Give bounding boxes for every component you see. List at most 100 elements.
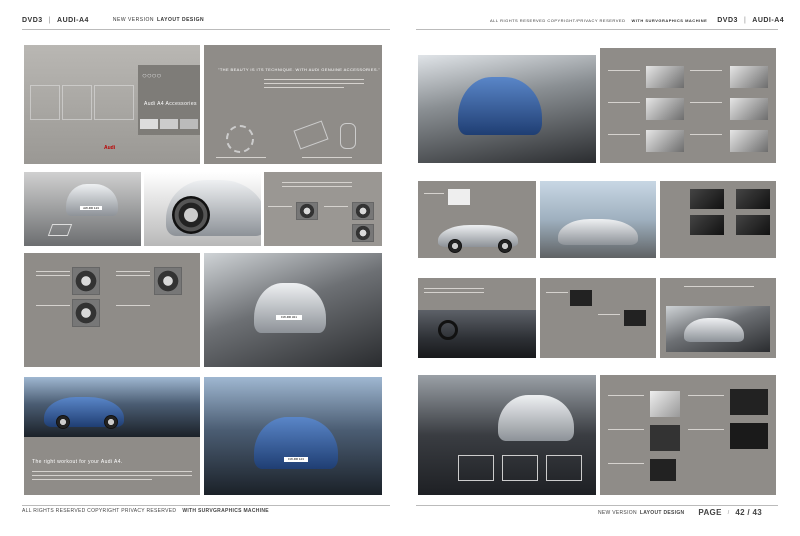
mat-thumb [570, 290, 592, 306]
accessories-title-block: ○○○○ Audi A4 Accessories [138, 65, 200, 135]
text-line [116, 271, 150, 272]
plate: AW-RR 123 [80, 206, 102, 210]
interior-acc-panel [540, 278, 656, 358]
text-line [36, 275, 70, 276]
wheel-closeup-photo [144, 172, 261, 246]
text-line [116, 275, 150, 276]
text-line [324, 206, 348, 207]
roof-rack-panel [418, 181, 536, 258]
mirror-thumb [646, 66, 684, 88]
wheel [104, 415, 118, 429]
audi-logo: Audi [104, 145, 116, 151]
text-line [268, 206, 292, 207]
accessories-title: Audi A4 Accessories [144, 101, 197, 107]
text-box [458, 455, 494, 481]
header-right-code: DVD3 [717, 16, 738, 24]
text-line [608, 134, 640, 135]
wheel-icon [172, 196, 210, 234]
text-line [684, 286, 754, 287]
sketch-box [62, 85, 92, 120]
workout-title: The right workout for your Audi A4. [32, 459, 123, 465]
separator: | [48, 16, 52, 24]
text-line [264, 79, 364, 80]
text-line [608, 102, 640, 103]
rim-thumb [72, 267, 100, 295]
sketch-box [94, 85, 134, 120]
lip-thumb [730, 98, 768, 120]
text-line [32, 471, 192, 472]
text-line [32, 479, 152, 480]
header-center-prefix: NEW VERSION [112, 17, 154, 23]
accessory-sketch [47, 224, 73, 236]
header-rights-bold: WITH SURVGRAPHICS MACHINE [631, 17, 708, 23]
text-line [282, 186, 352, 187]
text-line [302, 157, 352, 158]
care-kit-thumb [650, 391, 680, 417]
car-front-silver [684, 318, 744, 342]
wheel-thumb [296, 202, 318, 220]
footer-bold: LAYOUT DESIGN [639, 509, 685, 516]
footer-rule-right [416, 505, 778, 506]
text-line [608, 395, 644, 396]
car-rear [254, 283, 326, 333]
footer-rights: ALL RIGHTS RESERVED COPYRIGHT PRIVACY RE… [22, 508, 177, 514]
blue-sedan-rear-photo [418, 55, 596, 163]
text-line [216, 157, 266, 158]
blue-car-photo [24, 377, 200, 437]
wheel [56, 415, 70, 429]
text-line [32, 475, 192, 476]
text-line [116, 305, 150, 306]
header-left-brand: AUDI-A4 [57, 16, 89, 24]
roof-box-panel [660, 181, 776, 258]
plate: FW-RR 321 [276, 315, 302, 320]
footer-rights-bold: WITH SURVGRAPHICS MACHINE [182, 508, 269, 514]
mat-thumb [624, 310, 646, 326]
car-front-photo: AW-RR 123 [24, 172, 141, 246]
care-products-panel [600, 375, 776, 495]
avant-photo [666, 306, 770, 352]
quote-panel: "THE BEAUTY IS ITS TECHNIQUE. WITH AUDI … [204, 45, 382, 164]
plate: FW-RR 123 [284, 457, 308, 462]
roof-box-thumb [690, 189, 724, 209]
car-thumb [140, 119, 158, 129]
text-line [688, 429, 724, 430]
accessories-cover-panel: ○○○○ Audi A4 Accessories Audi [24, 45, 200, 164]
footer-right: NEW VERSION LAYOUT DESIGN PAGE / 42 / 43 [598, 508, 762, 517]
bike-thumb [448, 189, 470, 205]
text-line [608, 463, 644, 464]
text-line [282, 182, 352, 183]
header-center-bold: LAYOUT DESIGN [156, 17, 205, 23]
separator: / [727, 509, 730, 516]
sketch-box [30, 85, 60, 120]
spoiler-thumb [730, 66, 768, 88]
text-line [424, 292, 484, 293]
roof-box-thumb [736, 189, 770, 209]
wheels-panel [264, 172, 382, 246]
wheel-thumb [352, 202, 374, 220]
text-box [502, 455, 538, 481]
wheel [448, 239, 462, 253]
text-line [424, 193, 444, 194]
text-line [598, 314, 620, 315]
header-rule-right [416, 29, 778, 30]
footer-rule-left [22, 505, 390, 506]
header-left-code: DVD3 [22, 16, 43, 24]
header-right: ALL RIGHTS RESERVED COPYRIGHT/PRIVACY RE… [490, 13, 784, 27]
page-number: 42 / 43 [735, 508, 762, 517]
car-thumb [160, 119, 178, 129]
floor-mat-thumb [730, 389, 768, 415]
side-thumb [646, 130, 684, 152]
text-line [608, 429, 644, 430]
text-line [264, 83, 364, 84]
silver-car-road-photo: FW-RR 321 [204, 253, 382, 367]
car-rear-blue [458, 77, 542, 135]
text-box [546, 455, 582, 481]
separator: | [743, 16, 747, 24]
rim-thumb [154, 267, 182, 295]
header-rule-left [22, 29, 390, 30]
blue-car-front-photo: FW-RR 123 [204, 377, 382, 495]
roof-box-thumb [690, 215, 724, 235]
text-line [424, 288, 484, 289]
header-right-brand: AUDI-A4 [752, 16, 785, 24]
text-line [690, 134, 722, 135]
